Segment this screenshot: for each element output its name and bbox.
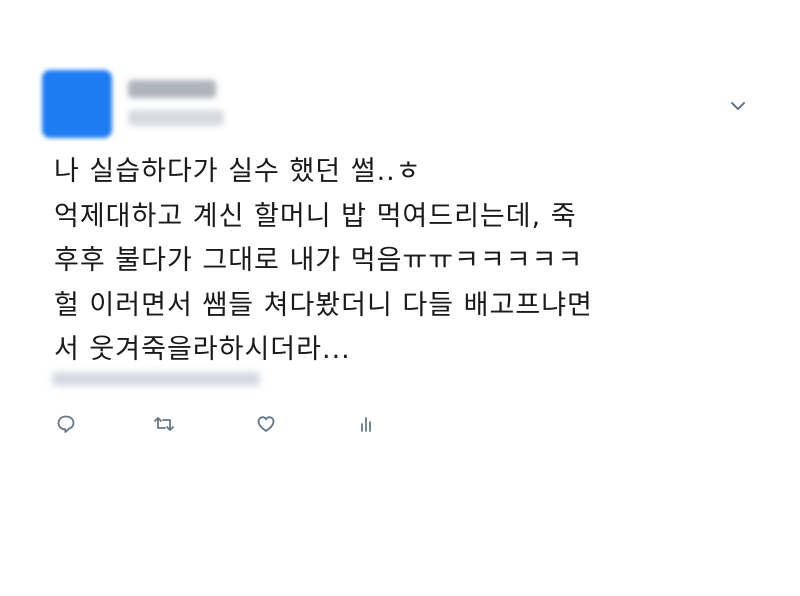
display-name-redacted[interactable] (128, 80, 216, 98)
tweet-text: 나 실습하다가 실수 했던 썰..ㅎ 억제대하고 계신 할머니 밥 먹여드리는데… (54, 150, 774, 373)
chevron-down-icon[interactable] (726, 96, 750, 116)
avatar[interactable] (42, 70, 112, 138)
like-icon (257, 416, 275, 432)
analytics-button[interactable] (354, 412, 378, 436)
tweet-text-line: 서 웃겨죽을라하시더라... (54, 334, 351, 365)
timestamp-redacted (52, 372, 260, 386)
tweet-text-line: 나 실습하다가 실수 했던 썰..ㅎ (54, 156, 422, 187)
tweet-text-line: 억제대하고 계신 할머니 밥 먹여드리는데, 죽 (54, 200, 577, 232)
tweet-text-line: 후후 불다가 그대로 내가 먹음ㅠㅠㅋㅋㅋㅋㅋ (54, 245, 584, 276)
reply-icon (57, 415, 75, 433)
reply-button[interactable] (54, 412, 78, 436)
tweet-text-line: 헐 이러면서 쌤들 쳐다봤더니 다들 배고프냐면 (54, 289, 593, 321)
like-button[interactable] (254, 412, 278, 436)
analytics-icon (361, 417, 371, 432)
retweet-button[interactable] (152, 412, 176, 436)
handle-redacted (128, 110, 224, 126)
tweet-card: 나 실습하다가 실수 했던 썰..ㅎ 억제대하고 계신 할머니 밥 먹여드리는데… (0, 0, 800, 596)
retweet-icon (154, 417, 174, 431)
